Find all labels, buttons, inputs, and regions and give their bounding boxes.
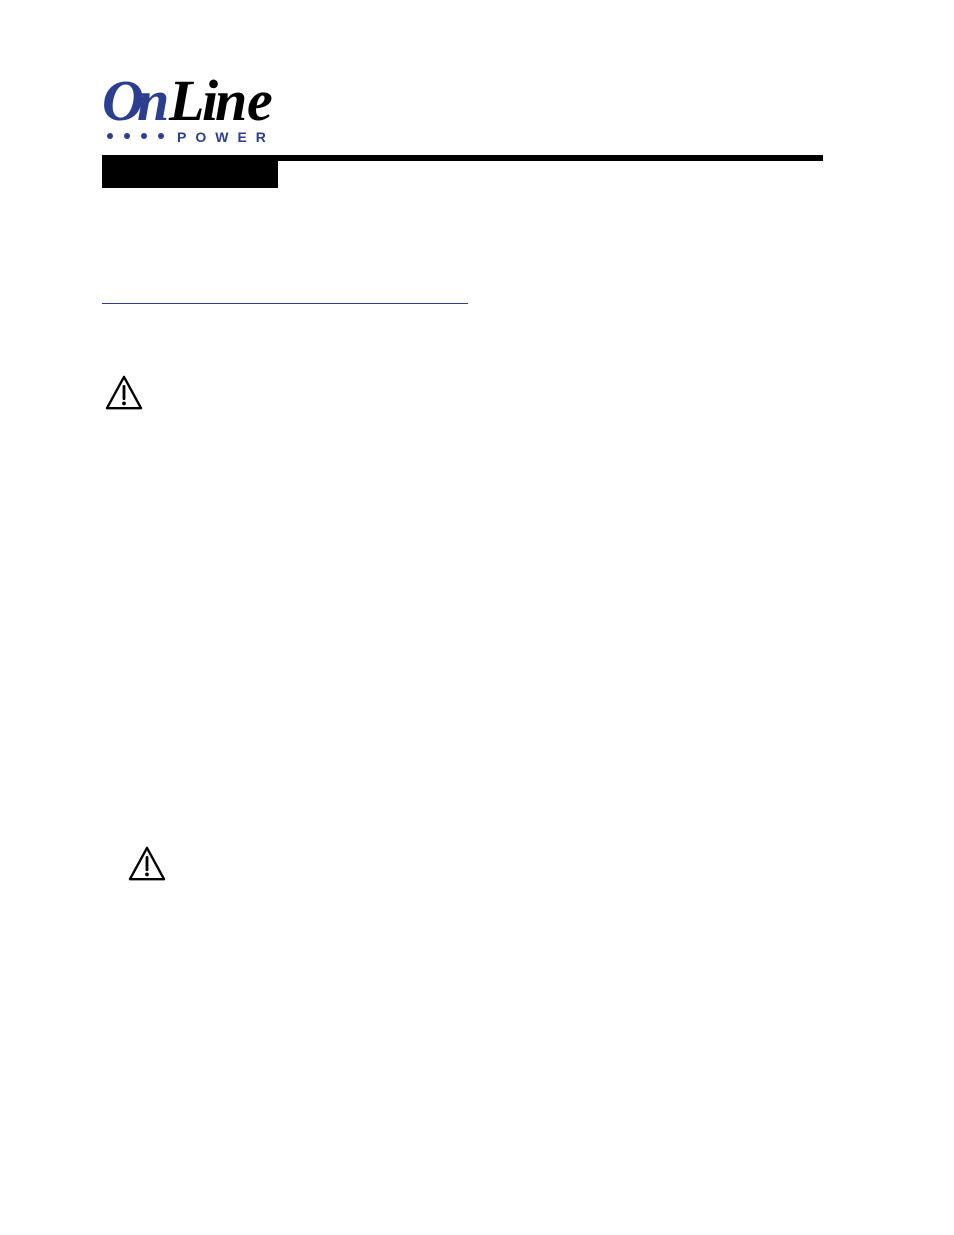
svg-text:n: n: [215, 70, 245, 133]
section-tab: [102, 161, 278, 188]
svg-text:n: n: [137, 70, 167, 133]
warning-triangle-icon: [105, 375, 143, 411]
link-underline: [102, 302, 468, 304]
svg-text:L: L: [168, 70, 202, 133]
svg-text:e: e: [247, 70, 272, 133]
warning-icon-svg: [105, 375, 143, 411]
warning-triangle-icon: [128, 846, 166, 882]
logo-svg: O n L i n e POWER: [102, 70, 297, 150]
warning-icon-svg: [128, 846, 166, 882]
svg-text:POWER: POWER: [177, 129, 275, 145]
online-power-logo: O n L i n e POWER: [102, 70, 297, 150]
document-page: O n L i n e POWER: [0, 0, 954, 1235]
